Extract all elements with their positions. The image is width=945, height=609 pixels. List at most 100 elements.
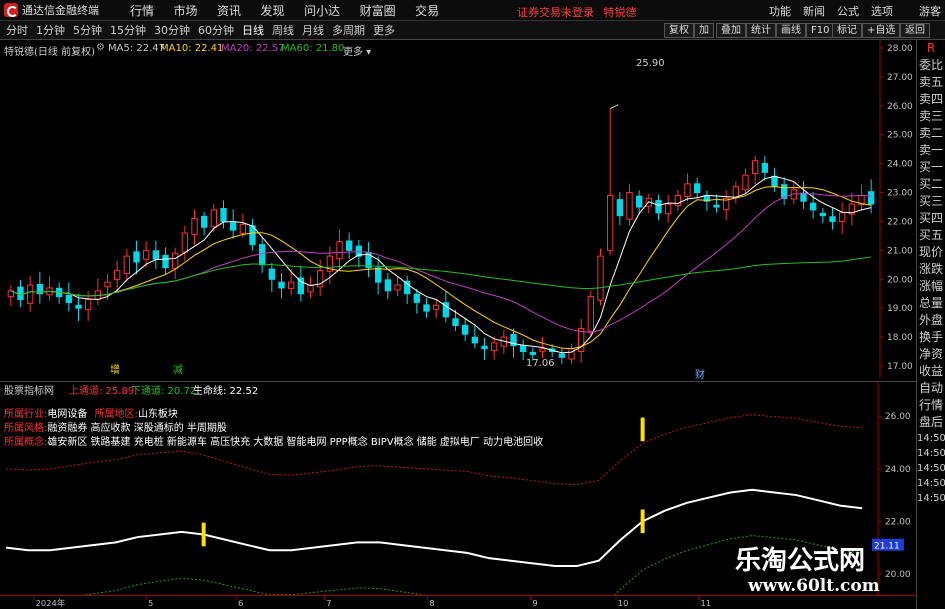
candle-body	[384, 279, 391, 292]
menu-news[interactable]: 资讯	[217, 4, 241, 18]
overlay-button[interactable]: 叠加	[716, 23, 746, 38]
stock-name-top: 特锐德	[603, 6, 637, 19]
sidebar-item[interactable]: 14:50	[917, 476, 945, 491]
sidebar-item[interactable]: 行情	[917, 397, 945, 414]
signal-bar	[201, 522, 206, 547]
candle-body	[752, 160, 759, 175]
period-30m[interactable]: 30分钟	[154, 22, 190, 38]
menu-news-right[interactable]: 新闻	[803, 3, 825, 19]
candle-body	[152, 250, 159, 260]
login-notice[interactable]: 证券交易未登录 特锐德	[517, 4, 637, 20]
candle-body	[85, 299, 92, 311]
life-line-label: 生命线: 22.52	[193, 386, 259, 397]
candle-body	[433, 304, 440, 310]
period-60m[interactable]: 60分钟	[198, 22, 234, 38]
event-mark-decrease[interactable]: 减	[173, 361, 183, 376]
period-more[interactable]: 更多	[373, 22, 395, 38]
sidebar-item[interactable]: 换手	[917, 329, 945, 346]
sidebar-item[interactable]: 卖三	[917, 108, 945, 125]
candle-body	[27, 284, 34, 304]
menu-quotes[interactable]: 行情	[130, 4, 154, 18]
draw-button[interactable]: 画线	[776, 23, 806, 38]
add-watchlist-button[interactable]: +自选	[862, 23, 901, 38]
f10-button[interactable]: F10	[806, 23, 835, 38]
indicator-tick-label: 22.00	[885, 517, 911, 527]
menu-market[interactable]: 市场	[174, 4, 198, 18]
sidebar-item[interactable]: 卖四	[917, 91, 945, 108]
sidebar-item[interactable]: 买三	[917, 193, 945, 210]
sidebar-item[interactable]: 买二	[917, 176, 945, 193]
candle-body	[839, 212, 846, 223]
sidebar-item[interactable]: 收益	[917, 363, 945, 380]
menu-wealth[interactable]: 财富圈	[360, 4, 396, 18]
menu-options[interactable]: 选项	[871, 3, 893, 19]
sidebar-item[interactable]: 盘后	[917, 414, 945, 431]
sidebar-item[interactable]: 14:50	[917, 461, 945, 476]
menu-discover[interactable]: 发现	[261, 4, 285, 18]
sidebar-item[interactable]: 外盘	[917, 312, 945, 329]
candle-body	[558, 353, 565, 358]
login-status[interactable]: 证券交易未登录	[517, 6, 594, 19]
menu-ask[interactable]: 问小达	[304, 4, 340, 18]
candle-body	[268, 268, 275, 280]
period-tick[interactable]: 分时	[6, 22, 28, 38]
menu-trade[interactable]: 交易	[415, 4, 439, 18]
date-tick-label: 8	[429, 598, 434, 608]
ma5-label: MA5: 22.47	[108, 43, 166, 54]
concept-key: 所属概念:	[4, 437, 48, 448]
sidebar-item[interactable]: 涨幅	[917, 278, 945, 295]
candle-body	[462, 324, 469, 335]
candle-body	[471, 336, 478, 344]
adjust-button[interactable]: 复权	[664, 23, 694, 38]
sidebar-item[interactable]: 买五	[917, 227, 945, 244]
sidebar-item[interactable]: 买四	[917, 210, 945, 227]
period-week[interactable]: 周线	[272, 22, 294, 38]
period-multi[interactable]: 多周期	[332, 22, 365, 38]
sidebar-item[interactable]: 卖一	[917, 142, 945, 159]
period-15m[interactable]: 15分钟	[110, 22, 146, 38]
mark-button[interactable]: 标记	[832, 23, 862, 38]
candle-body	[616, 199, 623, 217]
sidebar-item[interactable]: 14:50	[917, 446, 945, 461]
menu-function[interactable]: 功能	[769, 3, 791, 19]
settings-icon[interactable]: ⚙	[96, 42, 105, 53]
sidebar-item[interactable]: 卖二	[917, 125, 945, 142]
concept-row: 所属概念:雄安新区 铁路基建 充电桩 新能源车 高压快充 大数据 智能电网 PP…	[4, 433, 543, 448]
sidebar-item[interactable]: 涨跌	[917, 261, 945, 278]
sidebar-item[interactable]: 净资	[917, 346, 945, 363]
period-1m[interactable]: 1分钟	[36, 22, 65, 38]
sidebar-item[interactable]: 现价	[917, 244, 945, 261]
price-tick-label: 21.00	[887, 246, 913, 256]
candle-body	[829, 216, 836, 222]
candle-body	[181, 232, 188, 253]
candle-body	[104, 281, 111, 288]
sidebar-item[interactable]: 14:50	[917, 431, 945, 446]
sidebar-item[interactable]: 卖五	[917, 74, 945, 91]
sidebar-item[interactable]: 委比	[917, 57, 945, 74]
price-tick-label: 23.00	[887, 189, 913, 199]
indicator-tick-label: 24.00	[885, 465, 911, 475]
stats-button[interactable]: 统计	[746, 23, 776, 38]
candle-body	[491, 342, 498, 351]
period-month[interactable]: 月线	[302, 22, 324, 38]
period-5m[interactable]: 5分钟	[73, 22, 102, 38]
candlestick-chart[interactable]: 28.00 27.00 26.00 25.00 24.00 23.00 22.00 21.00…	[0, 40, 916, 378]
menu-formula[interactable]: 公式	[837, 3, 859, 19]
sidebar-item[interactable]: 自动	[917, 380, 945, 397]
candle-body	[452, 318, 459, 327]
concept-value: 雄安新区 铁路基建 充电桩 新能源车 高压快充 大数据 智能电网 PPP概念 B…	[47, 437, 544, 448]
sidebar-item[interactable]: 14:50	[917, 491, 945, 506]
sidebar-item[interactable]: R	[917, 40, 945, 57]
event-mark-increase[interactable]: 增	[110, 361, 120, 376]
sidebar-item[interactable]: 买一	[917, 159, 945, 176]
event-mark-finance[interactable]: 财	[695, 366, 705, 381]
more-indicators[interactable]: 更多 ▾	[343, 43, 371, 58]
price-tick-label: 28.00	[887, 44, 913, 54]
add-button[interactable]: 加	[694, 23, 714, 38]
candle-body	[684, 183, 691, 198]
menu-guest[interactable]: 游客	[919, 3, 941, 19]
back-button[interactable]: 返回	[900, 23, 930, 38]
sidebar-item[interactable]: 总量	[917, 295, 945, 312]
period-day[interactable]: 日线	[242, 22, 264, 38]
price-tick-label: 22.00	[887, 217, 913, 227]
